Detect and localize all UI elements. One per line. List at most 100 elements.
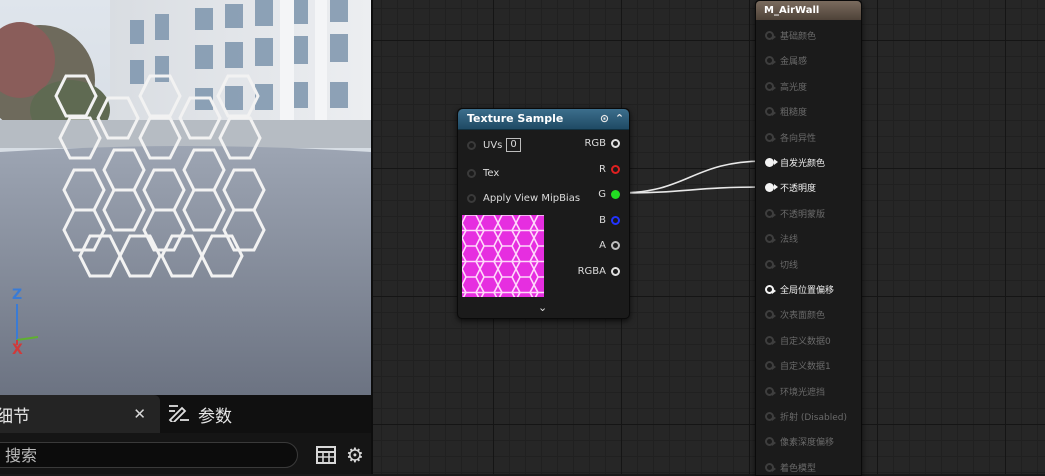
- material-input-row[interactable]: 次表面颜色: [765, 307, 825, 321]
- material-input-pin[interactable]: [765, 309, 776, 319]
- tab-parameters[interactable]: 参数: [168, 395, 288, 433]
- input-uvs[interactable]: UVs 0: [467, 137, 521, 153]
- pin-tex[interactable]: [467, 168, 476, 178]
- pin-arrow-icon: [772, 236, 776, 243]
- material-input-label: 金属感: [780, 56, 808, 67]
- output-rgba[interactable]: RGBA: [578, 263, 620, 279]
- material-preview-viewport[interactable]: Z X: [0, 0, 371, 395]
- texture-sample-node[interactable]: Texture Sample ⊙ ⌃ UVs 0 Tex Apply View …: [457, 108, 630, 319]
- pin-uvs[interactable]: [467, 140, 476, 150]
- material-input-pin[interactable]: [765, 30, 776, 40]
- details-panel: 细节 ✕ 参数 ⚙: [0, 395, 371, 474]
- input-apply-view-mipbias[interactable]: Apply View MipBias: [467, 190, 580, 206]
- material-input-label: 法线: [780, 234, 799, 245]
- pin-arrow-icon: [772, 338, 776, 345]
- input-uvs-label: UVs: [483, 139, 503, 151]
- material-input-pin[interactable]: [765, 436, 776, 446]
- material-input-label: 次表面颜色: [780, 310, 826, 321]
- material-input-row[interactable]: 全局位置偏移: [765, 282, 834, 296]
- material-input-row[interactable]: 自定义数据0: [765, 333, 831, 347]
- material-input-row[interactable]: 各向异性: [765, 130, 816, 144]
- material-input-pin[interactable]: [765, 157, 778, 167]
- material-input-row[interactable]: 环境光遮挡: [765, 384, 825, 398]
- material-input-row[interactable]: 法线: [765, 231, 798, 245]
- material-input-pin[interactable]: [765, 208, 776, 218]
- axis-z-label: Z: [12, 287, 23, 303]
- pin-rgb[interactable]: [611, 138, 620, 148]
- material-input-label: 切线: [780, 260, 799, 271]
- pin-rgba[interactable]: [611, 266, 620, 276]
- material-input-row[interactable]: 切线: [765, 257, 798, 271]
- settings-gear-icon[interactable]: ⚙: [343, 442, 367, 468]
- material-input-row[interactable]: 自发光颜色: [765, 155, 825, 169]
- table-view-icon[interactable]: [314, 442, 338, 468]
- pin-arrow-icon: [772, 287, 776, 294]
- material-input-pin[interactable]: [765, 55, 776, 65]
- material-input-pin[interactable]: [765, 233, 776, 243]
- material-input-pin[interactable]: [765, 106, 776, 116]
- material-input-row[interactable]: 着色模型: [765, 460, 816, 474]
- material-input-row[interactable]: 折射 (Disabled): [765, 409, 847, 423]
- material-input-pin[interactable]: [765, 81, 776, 91]
- output-g-label: G: [598, 188, 606, 200]
- material-input-row[interactable]: 不透明蒙版: [765, 206, 825, 220]
- search-input[interactable]: [0, 442, 298, 468]
- texture-preview-thumbnail: [462, 215, 544, 297]
- material-input-pin[interactable]: [765, 411, 776, 421]
- material-result-node[interactable]: M_AirWall 基础颜色金属感高光度粗糙度各向异性自发光颜色不透明度不透明蒙…: [755, 0, 862, 476]
- tab-details[interactable]: 细节 ✕: [0, 395, 160, 433]
- material-input-pin[interactable]: [765, 182, 778, 192]
- material-input-label: 环境光遮挡: [780, 387, 826, 398]
- pin-arrow-icon: [772, 109, 776, 116]
- material-input-pin[interactable]: [765, 335, 776, 345]
- pin-arrow-icon: [772, 211, 776, 218]
- pin-arrow-icon: [774, 183, 778, 190]
- pin-g[interactable]: [611, 189, 620, 199]
- output-rgb-label: RGB: [584, 137, 606, 149]
- material-input-row[interactable]: 高光度: [765, 79, 807, 93]
- material-input-label: 基础颜色: [780, 31, 817, 42]
- material-input-label: 自定义数据1: [780, 361, 831, 372]
- output-rgba-label: RGBA: [577, 265, 606, 277]
- material-input-pin[interactable]: [765, 132, 776, 142]
- pin-mipbias[interactable]: [467, 193, 476, 203]
- pin-b[interactable]: [611, 215, 620, 225]
- pin-arrow-icon: [772, 84, 776, 91]
- input-tex-label: Tex: [483, 167, 500, 179]
- material-input-label: 不透明度: [780, 183, 817, 194]
- expand-advanced-icon[interactable]: ⌄: [538, 301, 547, 314]
- material-input-pin[interactable]: [765, 386, 776, 396]
- close-icon[interactable]: ✕: [133, 405, 146, 423]
- output-rgb[interactable]: RGB: [584, 135, 620, 151]
- material-input-row[interactable]: 不透明度: [765, 180, 816, 194]
- edit-params-icon: [168, 402, 190, 427]
- material-input-pin[interactable]: [765, 284, 776, 294]
- material-node-header[interactable]: M_AirWall: [756, 1, 861, 20]
- output-r[interactable]: R: [599, 161, 620, 177]
- material-input-label: 粗糙度: [780, 107, 808, 118]
- output-a[interactable]: A: [599, 237, 620, 253]
- material-input-row[interactable]: 基础颜色: [765, 28, 816, 42]
- output-r-label: R: [599, 163, 606, 175]
- uvs-value-field[interactable]: 0: [506, 138, 521, 152]
- output-g[interactable]: G: [598, 186, 620, 202]
- material-input-row[interactable]: 自定义数据1: [765, 358, 831, 372]
- preview-scene: [0, 0, 371, 395]
- preview-toggle-icon[interactable]: ⊙: [598, 112, 611, 125]
- texture-sample-header[interactable]: Texture Sample ⊙ ⌃: [458, 109, 629, 130]
- material-input-row[interactable]: 粗糙度: [765, 104, 807, 118]
- material-input-pin[interactable]: [765, 259, 776, 269]
- pin-r[interactable]: [611, 164, 620, 174]
- material-input-label: 各向异性: [780, 133, 817, 144]
- material-input-label: 全局位置偏移: [780, 285, 835, 296]
- output-b[interactable]: B: [599, 212, 620, 228]
- pin-a[interactable]: [611, 240, 620, 250]
- pin-arrow-icon: [772, 262, 776, 269]
- collapse-icon[interactable]: ⌃: [613, 112, 626, 125]
- material-input-row[interactable]: 像素深度偏移: [765, 434, 834, 448]
- material-input-pin[interactable]: [765, 462, 776, 472]
- material-input-label: 高光度: [780, 82, 808, 93]
- input-tex[interactable]: Tex: [467, 165, 499, 181]
- material-input-row[interactable]: 金属感: [765, 53, 807, 67]
- material-input-pin[interactable]: [765, 360, 776, 370]
